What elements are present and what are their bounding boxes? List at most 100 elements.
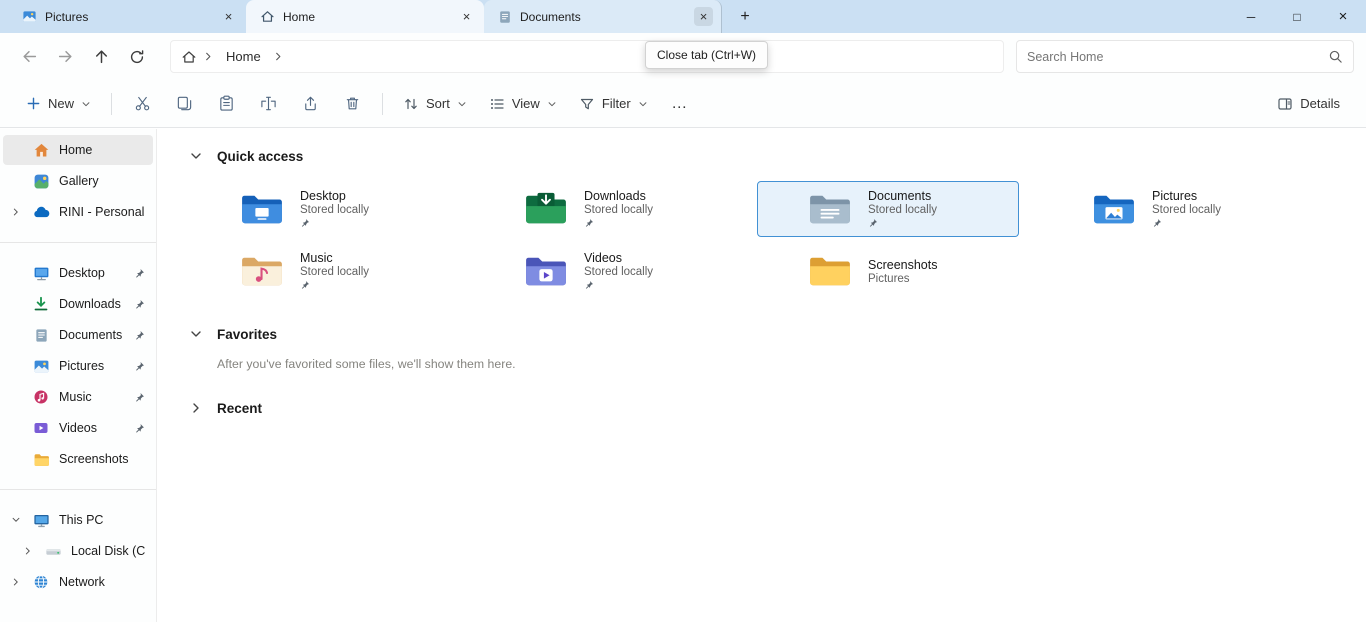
search-box[interactable] — [1016, 40, 1354, 73]
tile-videos[interactable]: Videos Stored locally — [473, 243, 735, 299]
pin-icon — [300, 217, 400, 230]
tile-text: Pictures Stored locally — [1152, 189, 1252, 230]
section-favorites[interactable]: Favorites — [189, 321, 1366, 347]
titlebar: Pictures × Home × Documents × + ─ □ × — [0, 0, 1366, 33]
breadcrumb-home-icon[interactable] — [181, 49, 197, 65]
tile-downloads[interactable]: Downloads Stored locally — [473, 181, 735, 237]
section-title: Favorites — [217, 327, 277, 342]
tile-desktop[interactable]: Desktop Stored locally — [189, 181, 451, 237]
chevron-down-icon[interactable] — [189, 150, 203, 162]
chevron-down-icon — [547, 99, 557, 109]
copy-button[interactable] — [164, 86, 204, 122]
chevron-right-icon[interactable] — [3, 207, 29, 217]
pin-icon — [134, 361, 145, 372]
folder-icon — [808, 253, 852, 289]
share-button[interactable] — [290, 86, 330, 122]
pin-icon — [584, 279, 684, 292]
search-icon[interactable] — [1328, 49, 1343, 64]
command-bar: New Sort View — [0, 80, 1366, 128]
section-recent[interactable]: Recent — [189, 395, 1366, 421]
tile-name: Downloads — [584, 189, 684, 203]
section-quick-access[interactable]: Quick access — [189, 143, 1366, 169]
toolbar-divider — [111, 93, 112, 115]
tab-close-icon[interactable]: × — [694, 7, 713, 26]
filter-button[interactable]: Filter — [569, 86, 658, 122]
search-input[interactable] — [1027, 50, 1328, 64]
address-bar[interactable]: Home — [170, 40, 1004, 73]
tile-name: Music — [300, 251, 400, 265]
details-button[interactable]: Details — [1267, 86, 1350, 122]
tab-pictures[interactable]: Pictures × — [8, 0, 246, 33]
tile-name: Screenshots — [868, 258, 968, 272]
pin-icon — [300, 279, 400, 292]
sidebar-item-label: Pictures — [59, 359, 134, 373]
chevron-right-icon[interactable] — [189, 402, 203, 414]
tab-documents[interactable]: Documents × — [484, 0, 722, 33]
breadcrumb-item-home[interactable]: Home — [220, 47, 267, 66]
onedrive-cloud-icon — [29, 203, 53, 221]
new-button[interactable]: New — [16, 86, 101, 122]
sidebar-item-this-pc[interactable]: This PC — [3, 505, 153, 535]
sidebar-item-downloads[interactable]: Downloads — [3, 289, 153, 319]
chevron-down-icon[interactable] — [189, 328, 203, 340]
sidebar-item-network[interactable]: Network — [3, 567, 153, 597]
tab-strip: Pictures × Home × Documents × + — [0, 0, 758, 33]
chevron-right-icon[interactable] — [273, 51, 284, 62]
minimize-button[interactable]: ─ — [1228, 0, 1274, 33]
chevron-right-icon[interactable] — [3, 577, 29, 587]
tab-close-icon[interactable]: × — [219, 7, 238, 26]
sidebar-item-onedrive[interactable]: RINI - Personal — [3, 197, 153, 227]
sidebar-item-pictures[interactable]: Pictures — [3, 351, 153, 381]
titlebar-drag-area — [758, 0, 1228, 33]
sidebar-item-label: This PC — [59, 513, 145, 527]
tile-name: Videos — [584, 251, 684, 265]
paste-button[interactable] — [206, 86, 246, 122]
sidebar-item-label: Screenshots — [59, 452, 145, 466]
maximize-button[interactable]: □ — [1274, 0, 1320, 33]
tab-close-icon[interactable]: × — [457, 7, 476, 26]
filter-button-label: Filter — [602, 96, 631, 111]
sort-button[interactable]: Sort — [393, 86, 477, 122]
chevron-down-icon — [81, 99, 91, 109]
close-button[interactable]: × — [1320, 0, 1366, 33]
downloads-icon — [29, 296, 53, 312]
pin-icon — [134, 330, 145, 341]
delete-button[interactable] — [332, 86, 372, 122]
tile-subtitle: Stored locally — [868, 204, 968, 216]
pin-icon — [584, 217, 684, 230]
sidebar-item-screenshots[interactable]: Screenshots — [3, 444, 153, 474]
back-button[interactable] — [12, 40, 46, 74]
tab-label: Home — [283, 10, 449, 24]
sidebar-item-documents[interactable]: Documents — [3, 320, 153, 350]
tile-screenshots[interactable]: Screenshots Pictures — [757, 243, 1019, 299]
forward-button[interactable] — [48, 40, 82, 74]
sidebar-item-gallery[interactable]: Gallery — [3, 166, 153, 196]
chevron-down-icon[interactable] — [3, 515, 29, 525]
tile-subtitle: Stored locally — [300, 204, 400, 216]
network-globe-icon — [29, 574, 53, 590]
refresh-button[interactable] — [120, 40, 154, 74]
tab-label: Documents — [520, 10, 686, 24]
section-title: Quick access — [217, 149, 303, 164]
tile-subtitle: Stored locally — [1152, 204, 1252, 216]
sidebar-item-home[interactable]: Home — [3, 135, 153, 165]
tile-music[interactable]: Music Stored locally — [189, 243, 451, 299]
sidebar-item-desktop[interactable]: Desktop — [3, 258, 153, 288]
cut-button[interactable] — [122, 86, 162, 122]
sidebar-item-local-disk-c[interactable]: Local Disk (C:) — [3, 536, 153, 566]
up-button[interactable] — [84, 40, 118, 74]
more-options-button[interactable]: … — [660, 86, 700, 122]
chevron-right-icon[interactable] — [15, 546, 41, 556]
new-tab-button[interactable]: + — [732, 4, 758, 30]
pin-icon — [1152, 217, 1252, 230]
view-button-label: View — [512, 96, 540, 111]
view-button[interactable]: View — [479, 86, 567, 122]
sidebar-item-music[interactable]: Music — [3, 382, 153, 412]
rename-button[interactable] — [248, 86, 288, 122]
tab-home[interactable]: Home × — [246, 0, 484, 33]
tile-documents[interactable]: Documents Stored locally — [757, 181, 1019, 237]
tile-pictures[interactable]: Pictures Stored locally — [1041, 181, 1303, 237]
this-pc-icon — [29, 512, 53, 529]
sidebar-item-label: Downloads — [59, 297, 134, 311]
sidebar-item-videos[interactable]: Videos — [3, 413, 153, 443]
